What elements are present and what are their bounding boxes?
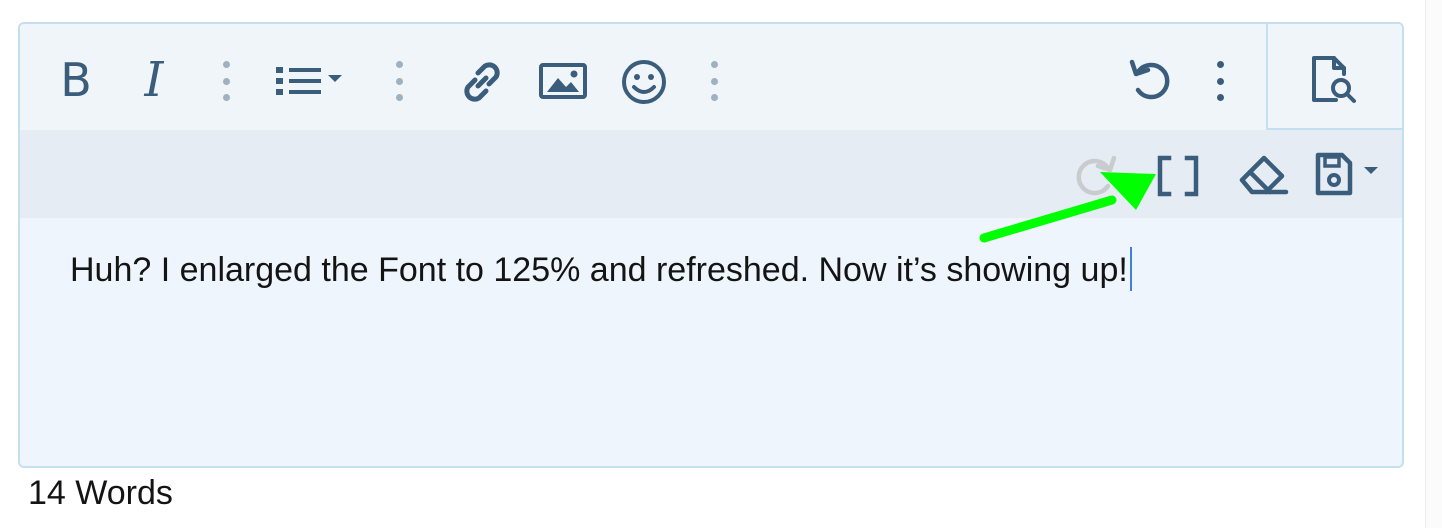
- link-button[interactable]: [456, 56, 508, 108]
- image-icon: [539, 63, 587, 99]
- rich-text-editor: B I Huh? I enlarged the Font to 125% and…: [18, 22, 1404, 468]
- preview-icon: [1312, 56, 1356, 103]
- undo-icon: [1129, 59, 1170, 100]
- word-count: 14 Words: [28, 474, 173, 512]
- more-options-button[interactable]: [1216, 61, 1224, 101]
- editor-toolbar: B I: [20, 24, 1266, 130]
- text-cursor: [1129, 247, 1132, 291]
- secondary-toolbar: [20, 130, 1402, 218]
- italic-button[interactable]: I: [132, 52, 176, 108]
- editor-content[interactable]: Huh? I enlarged the Font to 125% and ref…: [70, 246, 1362, 294]
- toggle-bbcode-button[interactable]: [1150, 152, 1206, 200]
- remove-formatting-button[interactable]: [1236, 152, 1294, 200]
- list-icon: [276, 67, 342, 95]
- toolbar-separator: [395, 61, 403, 101]
- toolbar-separator: [222, 61, 230, 101]
- emoji-button[interactable]: [618, 56, 670, 108]
- preview-button[interactable]: [1306, 52, 1366, 108]
- redo-icon: [1076, 155, 1117, 196]
- smiley-icon: [622, 60, 666, 104]
- toolbar-separator: [710, 61, 718, 101]
- redo-button[interactable]: [1066, 150, 1122, 202]
- link-icon: [464, 62, 500, 102]
- image-button[interactable]: [538, 60, 590, 104]
- save-icon: [1315, 152, 1378, 196]
- eraser-icon: [1239, 155, 1289, 195]
- bold-icon: B: [60, 53, 92, 107]
- page-scroll-edge: [1425, 0, 1442, 528]
- bold-button[interactable]: B: [54, 52, 98, 108]
- drafts-button[interactable]: [1312, 150, 1384, 200]
- preview-toggle-area: [1266, 24, 1402, 130]
- brackets-icon: [1157, 155, 1199, 197]
- italic-icon: I: [144, 52, 164, 108]
- list-button[interactable]: [272, 58, 352, 102]
- undo-button[interactable]: [1124, 54, 1176, 106]
- editor-text: Huh? I enlarged the Font to 125% and ref…: [70, 251, 1128, 289]
